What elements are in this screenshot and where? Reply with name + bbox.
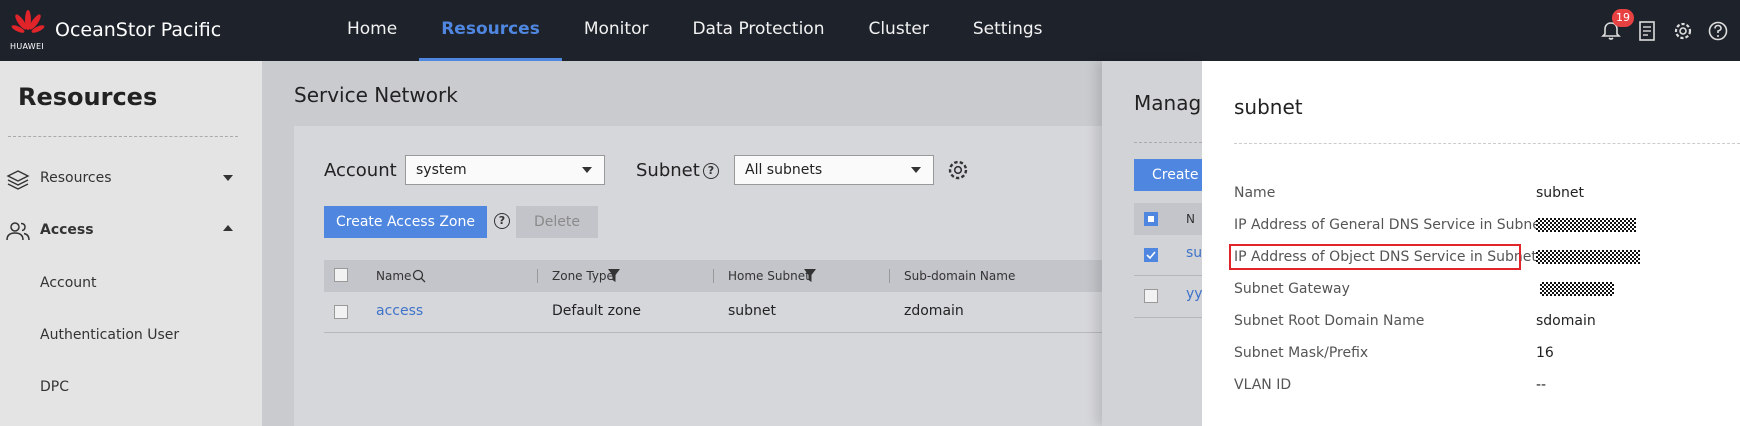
masked-value	[1536, 250, 1640, 264]
row-checkbox[interactable]	[1144, 289, 1158, 303]
access-zone-name-link[interactable]: access	[376, 303, 423, 319]
chevron-down-icon	[911, 167, 921, 173]
account-label: Account	[324, 160, 397, 181]
top-bar: HUAWEI OceanStor Pacific Home Resources …	[0, 0, 1740, 61]
account-select-value: system	[416, 162, 467, 178]
help-icon[interactable]: ?	[703, 163, 719, 179]
huawei-flower-icon	[11, 10, 45, 33]
column-divider	[713, 269, 714, 283]
sidebar-item-resources[interactable]: Resources	[0, 159, 262, 199]
select-all-checkbox[interactable]	[1144, 212, 1158, 226]
layers-icon	[6, 170, 30, 190]
nav-resources[interactable]: Resources	[419, 0, 562, 61]
column-header-name[interactable]: Name	[376, 269, 411, 283]
manage-panel-title: Manage	[1134, 91, 1202, 115]
sub-domain-cell: zdomain	[904, 303, 964, 319]
row-checkbox[interactable]	[1144, 248, 1158, 262]
subnet-select[interactable]: All subnets	[734, 155, 934, 185]
main-content: Service Network Account system Subnet ? …	[262, 61, 1102, 426]
subnet-details-panel: subnet Name subnet IP Address of General…	[1202, 61, 1740, 426]
manage-panel-divider	[1134, 142, 1202, 143]
field-label-general-dns-ip: IP Address of General DNS Service in Sub…	[1234, 217, 1547, 233]
document-icon[interactable]	[1636, 20, 1658, 42]
main-nav: Home Resources Monitor Data Protection C…	[325, 0, 1065, 61]
row-checkbox[interactable]	[334, 305, 348, 319]
help-icon[interactable]	[1707, 20, 1729, 42]
nav-monitor[interactable]: Monitor	[562, 0, 671, 61]
field-value-root-domain: sdomain	[1536, 313, 1596, 329]
sidebar-divider	[8, 136, 238, 137]
notification-badge: 19	[1612, 9, 1634, 27]
sidebar: Resources Resources Access Account Authe…	[0, 61, 262, 426]
details-title: subnet	[1234, 95, 1303, 119]
sidebar-item-account[interactable]: Account	[40, 275, 97, 291]
settings-gear-icon[interactable]	[947, 159, 969, 181]
filter-icon[interactable]	[608, 269, 620, 282]
search-icon[interactable]	[412, 269, 426, 283]
sidebar-item-label: Resources	[40, 170, 112, 186]
details-divider	[1234, 143, 1740, 144]
huawei-logo: HUAWEI	[10, 10, 46, 51]
help-icon[interactable]: ?	[494, 213, 510, 229]
nav-home[interactable]: Home	[325, 0, 419, 61]
column-divider	[537, 269, 538, 283]
manage-table-header: N	[1134, 203, 1202, 235]
users-icon	[6, 222, 30, 241]
subnet-label: Subnet	[636, 160, 700, 181]
column-divider	[889, 269, 890, 283]
column-header-home-subnet[interactable]: Home Subnet	[728, 269, 810, 283]
row-divider	[324, 332, 1102, 333]
column-header-zone-type[interactable]: Zone Type	[552, 269, 614, 283]
field-label-name: Name	[1234, 185, 1276, 201]
nav-cluster[interactable]: Cluster	[846, 0, 950, 61]
row-divider	[1134, 317, 1202, 318]
masked-value	[1536, 218, 1636, 232]
sidebar-item-label: Access	[40, 222, 94, 238]
gear-icon[interactable]	[1672, 20, 1694, 42]
zone-type-cell: Default zone	[552, 303, 642, 319]
check-icon	[1146, 251, 1156, 260]
column-header-sub-domain-name[interactable]: Sub-domain Name	[904, 269, 1015, 283]
sidebar-item-access[interactable]: Access	[0, 211, 262, 251]
nav-settings[interactable]: Settings	[951, 0, 1065, 61]
indeterminate-mark	[1148, 216, 1154, 222]
field-label-subnet-gateway: Subnet Gateway	[1234, 281, 1350, 297]
brand-text: HUAWEI	[10, 42, 45, 51]
create-access-zone-button[interactable]: Create Access Zone	[324, 206, 487, 238]
create-button[interactable]: Create	[1134, 159, 1202, 191]
sidebar-item-dpc[interactable]: DPC	[40, 379, 69, 395]
home-subnet-cell: subnet	[728, 303, 777, 319]
field-label-root-domain: Subnet Root Domain Name	[1234, 313, 1425, 329]
app-title: OceanStor Pacific	[55, 19, 222, 41]
highlight-box	[1229, 244, 1521, 270]
field-value-vlan-id: --	[1536, 377, 1547, 393]
page-title: Service Network	[294, 83, 458, 107]
nav-data-protection[interactable]: Data Protection	[670, 0, 846, 61]
chevron-up-icon	[223, 225, 233, 231]
table-row[interactable]: su	[1134, 235, 1202, 275]
table-row[interactable]: access Default zone subnet zdomain	[324, 292, 1102, 332]
chevron-down-icon	[582, 167, 592, 173]
chevron-down-icon	[223, 175, 233, 181]
field-value-mask-prefix: 16	[1536, 345, 1554, 361]
delete-button[interactable]: Delete	[516, 206, 598, 238]
manage-panel: Manage Create N su yy	[1102, 61, 1202, 426]
subnet-name-link[interactable]: yy	[1186, 286, 1202, 302]
select-all-checkbox[interactable]	[334, 268, 348, 282]
column-header-name: N	[1186, 212, 1195, 226]
subnet-name-link[interactable]: su	[1186, 245, 1202, 261]
table-header: Name Zone Type Home Subnet Sub-domain Na…	[324, 260, 1102, 292]
account-select[interactable]: system	[405, 155, 605, 185]
masked-value	[1540, 282, 1614, 296]
sidebar-title: Resources	[18, 83, 158, 111]
subnet-select-value: All subnets	[745, 162, 823, 178]
field-value-name: subnet	[1536, 185, 1585, 201]
field-label-mask-prefix: Subnet Mask/Prefix	[1234, 345, 1369, 361]
filter-icon[interactable]	[804, 269, 816, 282]
field-label-vlan-id: VLAN ID	[1234, 377, 1292, 393]
sidebar-item-authentication-user[interactable]: Authentication User	[40, 327, 179, 343]
table-row[interactable]: yy	[1134, 276, 1202, 316]
